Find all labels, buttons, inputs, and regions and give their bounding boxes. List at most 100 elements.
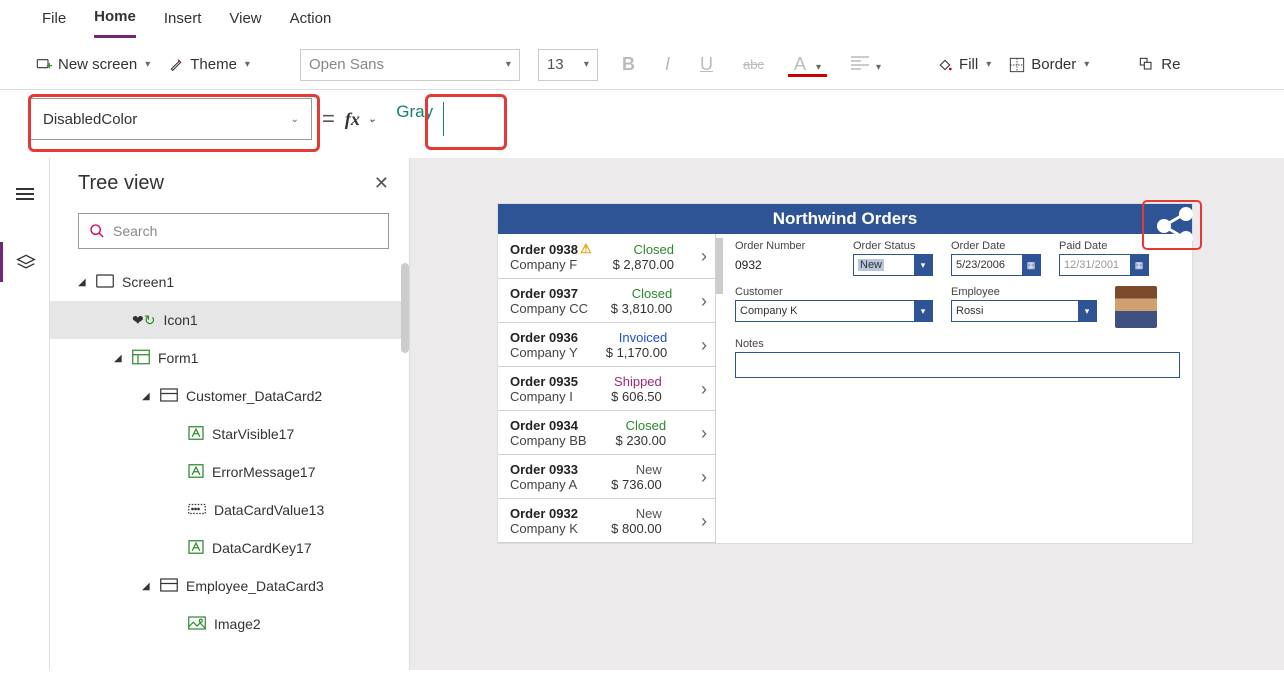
tree-item-icon [132, 349, 150, 368]
order-amount: $ 606.50 [611, 389, 662, 404]
chevron-down-icon: ⌄ [368, 114, 376, 125]
tree-item[interactable]: StarVisible17 [50, 415, 409, 453]
fill-button[interactable]: Fill ▾ [937, 56, 991, 73]
paid-date-picker[interactable]: 12/31/2001 ▦ [1059, 254, 1149, 276]
order-gallery[interactable]: Order 0938⚠Company FClosed$ 2,870.00› Ord… [498, 234, 716, 543]
tree-item[interactable]: ◢Screen1 [50, 263, 409, 301]
order-status: Closed [611, 286, 672, 301]
align-button[interactable]: ▾ [845, 54, 887, 75]
tree-item-icon [188, 426, 204, 443]
tree-item[interactable]: Image2 [50, 605, 409, 643]
left-rail [0, 158, 50, 670]
order-date-picker[interactable]: 5/23/2006 ▦ [951, 254, 1041, 276]
border-button[interactable]: Border ▾ [1009, 56, 1089, 73]
tree-toggle-icon[interactable]: ◢ [114, 353, 124, 364]
chevron-down-icon: ▾ [914, 301, 932, 321]
bold-button[interactable]: B [616, 54, 641, 75]
rail-tree-view[interactable] [0, 242, 50, 282]
chevron-down-icon: ▾ [1078, 301, 1096, 321]
chevron-right-icon[interactable]: › [695, 467, 707, 488]
order-item[interactable]: Order 0936Company YInvoiced$ 1,170.00› [498, 323, 715, 367]
order-amount: $ 3,810.00 [611, 301, 672, 316]
font-color-button[interactable]: A▾ [788, 54, 827, 75]
fill-label: Fill [959, 56, 978, 73]
chevron-right-icon[interactable]: › [695, 511, 707, 532]
chevron-right-icon[interactable]: › [695, 291, 707, 312]
order-company: Company A [510, 477, 578, 492]
tree-toggle-icon[interactable]: ◢ [78, 277, 88, 288]
order-item[interactable]: Order 0933Company ANew$ 736.00› [498, 455, 715, 499]
tree-item-label: DataCardValue13 [214, 502, 324, 518]
tree-item-label: Customer_DataCard2 [186, 388, 322, 404]
theme-button[interactable]: Theme ▾ [168, 56, 250, 73]
rail-hamburger[interactable] [0, 174, 50, 214]
order-item[interactable]: Order 0932Company KNew$ 800.00› [498, 499, 715, 543]
notes-input[interactable] [735, 352, 1180, 378]
font-size-selector[interactable]: 13 ▾ [538, 49, 598, 81]
paint-bucket-icon [937, 57, 953, 73]
close-icon[interactable]: ✕ [374, 173, 389, 194]
order-item[interactable]: Order 0935Company IShipped$ 606.50› [498, 367, 715, 411]
order-item[interactable]: Order 0934Company BBClosed$ 230.00› [498, 411, 715, 455]
order-amount: $ 736.00 [611, 477, 662, 492]
new-screen-button[interactable]: New screen ▾ [36, 56, 150, 73]
order-amount: $ 230.00 [615, 433, 666, 448]
fx-button[interactable]: fx ⌄ [345, 109, 376, 130]
theme-label: Theme [190, 56, 237, 73]
tree-item-icon: ❤↻ [132, 312, 155, 329]
property-value: DisabledColor [43, 111, 137, 128]
tree-item-label: Icon1 [163, 312, 197, 328]
canvas: Northwind Orders Order 0938⚠Company FClo… [410, 158, 1284, 670]
font-selector[interactable]: Open Sans ▾ [300, 49, 520, 81]
tree-scrollbar[interactable] [401, 263, 409, 353]
tree-item[interactable]: ErrorMessage17 [50, 453, 409, 491]
property-selector[interactable]: DisabledColor ⌄ [30, 98, 312, 140]
share-icon[interactable] [1154, 206, 1198, 246]
tree-search-input[interactable]: Search [78, 213, 389, 249]
chevron-right-icon[interactable]: › [695, 423, 707, 444]
tree-item[interactable]: ◢ Employee_DataCard3 [50, 567, 409, 605]
tree-item[interactable]: ◢ Customer_DataCard2 [50, 377, 409, 415]
customer-select[interactable]: Company K ▾ [735, 300, 933, 322]
menu-action[interactable]: Action [290, 10, 332, 37]
order-number-label: Order Number [735, 240, 835, 252]
menu-file[interactable]: File [42, 10, 66, 37]
tree-item[interactable]: ❤↻ Icon1 [50, 301, 409, 339]
order-number: Order 0934 [510, 418, 587, 433]
gallery-scrollbar[interactable] [716, 238, 723, 294]
chevron-right-icon[interactable]: › [695, 379, 707, 400]
order-status: Invoiced [606, 330, 667, 345]
tree-item[interactable]: DataCardKey17 [50, 529, 409, 567]
tree-item-icon [160, 578, 178, 595]
underline-button[interactable]: U [694, 54, 719, 75]
app-title: Northwind Orders [498, 204, 1192, 234]
border-icon [1009, 57, 1025, 73]
order-item[interactable]: Order 0937Company CCClosed$ 3,810.00› [498, 279, 715, 323]
tree-item-label: Employee_DataCard3 [186, 578, 324, 594]
tree-item[interactable]: DataCardValue13 [50, 491, 409, 529]
menu-home[interactable]: Home [94, 8, 136, 38]
reorder-icon [1139, 57, 1155, 73]
menu-insert[interactable]: Insert [164, 10, 202, 37]
menu-view[interactable]: View [229, 10, 261, 37]
tree-item-label: Image2 [214, 616, 261, 632]
formula-input[interactable]: Gray [386, 102, 444, 136]
tree-item-icon [188, 540, 204, 557]
tree-item[interactable]: ◢Form1 [50, 339, 409, 377]
chevron-right-icon[interactable]: › [695, 246, 707, 267]
font-size-value: 13 [547, 56, 564, 73]
italic-button[interactable]: I [659, 54, 676, 75]
new-screen-label: New screen [58, 56, 137, 73]
order-status-select[interactable]: New ▾ [853, 254, 933, 276]
employee-select[interactable]: Rossi ▾ [951, 300, 1097, 322]
order-status-label: Order Status [853, 240, 933, 252]
chevron-right-icon[interactable]: › [695, 335, 707, 356]
order-item[interactable]: Order 0938⚠Company FClosed$ 2,870.00› [498, 234, 715, 279]
order-number: Order 0935 [510, 374, 578, 389]
tree-toggle-icon[interactable]: ◢ [142, 581, 152, 592]
order-number: Order 0933 [510, 462, 578, 477]
strike-button[interactable]: abc [737, 57, 770, 72]
reorder-button[interactable]: Re [1139, 56, 1180, 73]
tree-toggle-icon[interactable]: ◢ [142, 391, 152, 402]
order-number: Order 0936 [510, 330, 578, 345]
